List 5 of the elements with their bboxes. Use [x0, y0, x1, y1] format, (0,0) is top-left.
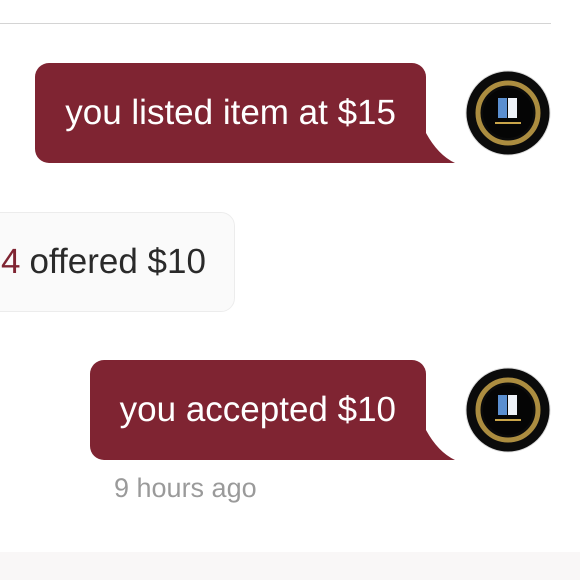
- sender-name[interactable]: 4: [1, 236, 20, 288]
- message-text: you listed item at $15: [65, 92, 396, 134]
- message-text: you accepted $10: [120, 388, 396, 431]
- timestamp: 9 hours ago: [114, 472, 257, 505]
- message-text: offered $10: [29, 240, 206, 283]
